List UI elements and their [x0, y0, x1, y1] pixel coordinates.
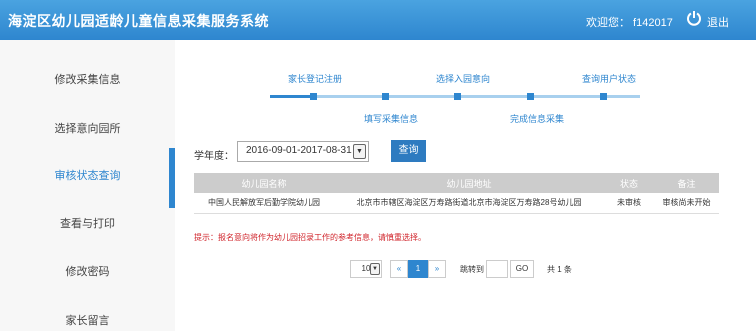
top-header: 海淀区幼儿园适龄儿童信息采集服务系统 欢迎您： f142017 退出	[0, 0, 756, 40]
kindergarten-address: 北京市市辖区海淀区万寿路街道北京市海淀区万寿路28号幼儿园	[334, 193, 604, 214]
app-title: 海淀区幼儿园适龄儿童信息采集服务系统	[8, 13, 269, 29]
go-button[interactable]: GO	[510, 260, 534, 278]
next-page-button[interactable]: »	[428, 260, 446, 278]
step-dot	[382, 93, 389, 100]
step-dot	[527, 93, 534, 100]
query-button[interactable]: 查询	[391, 140, 426, 162]
power-icon[interactable]	[686, 10, 702, 26]
page-size-select[interactable]: 10 ▼	[350, 260, 382, 278]
review-status: 未审核	[604, 193, 654, 214]
step-label: 查询用户状态	[582, 74, 637, 84]
chevron-down-icon: ▼	[370, 263, 380, 275]
prev-page-button[interactable]: «	[390, 260, 408, 278]
welcome-user: 欢迎您： f142017	[586, 17, 673, 29]
sidebar-item-change-password[interactable]: 修改密码	[0, 263, 175, 279]
sidebar-item-edit-info[interactable]: 修改采集信息	[0, 71, 175, 87]
hint-text: 提示：报名意向将作为幼儿园招录工作的参考信息，请慎重选择。	[194, 233, 426, 242]
current-page-button[interactable]: 1	[408, 260, 428, 278]
table-row: 中国人民解放军后勤学院幼儿园 北京市市辖区海淀区万寿路街道北京市海淀区万寿路28…	[194, 193, 719, 214]
logout-link[interactable]: 退出	[707, 14, 729, 30]
school-year-label: 学年度：	[194, 151, 234, 162]
sidebar-item-choose-kindergarten[interactable]: 选择意向园所	[0, 120, 175, 136]
sidebar-item-parent-message[interactable]: 家长留言	[0, 312, 175, 328]
goto-label: 跳转到	[460, 265, 484, 274]
school-year-value: 2016-09-01-2017-08-31	[246, 145, 352, 156]
progress-steps: 家长登记注册 选择入园意向 查询用户状态 填写采集信息 完成信息采集	[270, 70, 640, 130]
step-label: 填写采集信息	[364, 114, 419, 124]
step-label: 家长登记注册	[288, 74, 343, 84]
step-label: 选择入园意向	[436, 74, 491, 84]
step-dot	[310, 93, 317, 100]
kindergarten-name: 中国人民解放军后勤学院幼儿园	[194, 193, 334, 214]
step-dot	[600, 93, 607, 100]
column-header: 幼儿园名称	[194, 173, 334, 193]
sidebar-item-view-print[interactable]: 查看与打印	[0, 215, 175, 231]
steps-progress	[270, 95, 314, 98]
chevron-down-icon: ▼	[353, 144, 366, 159]
remark: 审核尚未开始	[654, 193, 719, 214]
column-header: 状态	[604, 173, 654, 193]
sidebar-item-status-query[interactable]: 审核状态查询	[0, 167, 175, 183]
column-header: 幼儿园地址	[334, 173, 604, 193]
kindergarten-table: 幼儿园名称 幼儿园地址 状态 备注 中国人民解放军后勤学院幼儿园 北京市市辖区海…	[194, 173, 719, 214]
goto-page-input[interactable]	[486, 260, 508, 278]
step-dot	[454, 93, 461, 100]
column-header: 备注	[654, 173, 719, 193]
total-count: 共 1 条	[547, 265, 572, 274]
school-year-select[interactable]: 2016-09-01-2017-08-31 ▼	[237, 141, 369, 162]
step-label: 完成信息采集	[510, 114, 565, 124]
